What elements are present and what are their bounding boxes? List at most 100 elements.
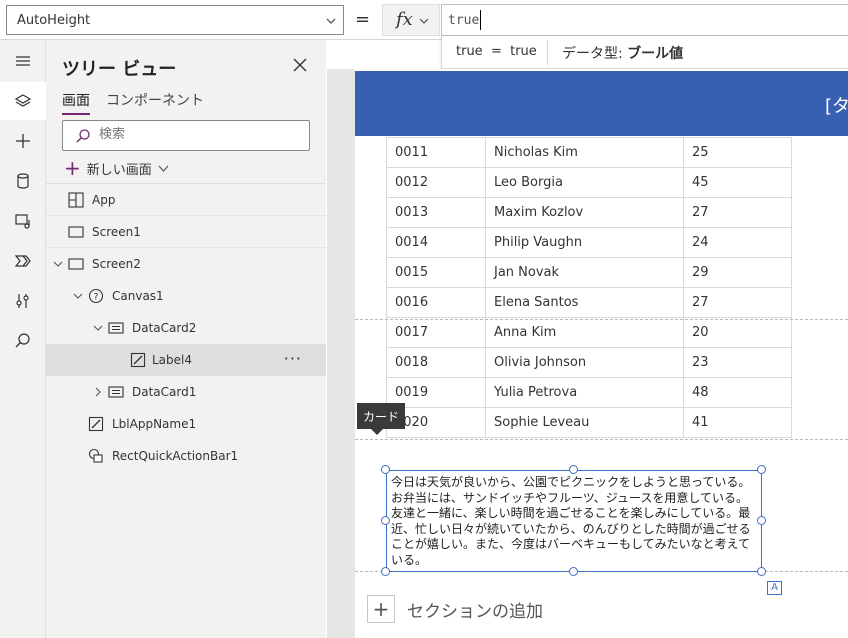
- tree-node-label: DataCard2: [132, 321, 197, 335]
- cell-id: 0018: [386, 347, 486, 378]
- cell-age: 29: [683, 257, 792, 288]
- cell-id: 0012: [386, 167, 486, 198]
- resize-handle[interactable]: [381, 516, 390, 525]
- text-caret: [480, 10, 481, 30]
- tools-icon[interactable]: [0, 282, 46, 320]
- tree-node-label: RectQuickActionBar1: [112, 449, 239, 463]
- tree-node-label: App: [92, 193, 116, 207]
- tree-node-label: Screen2: [92, 257, 141, 271]
- datacard-icon: [108, 322, 124, 334]
- search-input[interactable]: [99, 127, 299, 142]
- data-icon[interactable]: [0, 162, 46, 200]
- new-screen-label: 新しい画面: [86, 162, 152, 178]
- cell-name: Elena Santos: [485, 287, 684, 318]
- tree-node-label: Label4: [152, 353, 193, 367]
- close-icon[interactable]: [292, 57, 308, 73]
- cell-age: 25: [683, 137, 792, 168]
- table-row: 0017 Anna Kim 20: [386, 317, 792, 348]
- chevron-down-icon[interactable]: [53, 259, 63, 269]
- fx-button[interactable]: fx: [382, 4, 440, 36]
- intellisense-type: データ型: ブール値: [562, 43, 683, 63]
- app-screen: [タ 0011 Nicholas Kim 25 0012 Leo Borgia 45 001…: [355, 69, 848, 638]
- resize-handle[interactable]: [569, 567, 578, 576]
- cell-age: 45: [683, 167, 792, 198]
- resize-handle[interactable]: [757, 516, 766, 525]
- table-row: 0011 Nicholas Kim 25: [386, 137, 792, 168]
- label-icon: [88, 416, 104, 432]
- resize-handle[interactable]: [569, 465, 578, 474]
- cell-name: Leo Borgia: [485, 167, 684, 198]
- chevron-down-icon[interactable]: [93, 323, 103, 333]
- resize-handle[interactable]: [381, 465, 390, 474]
- tab-screens[interactable]: 画面: [62, 90, 90, 115]
- formula-input[interactable]: true: [441, 4, 848, 36]
- label-icon: [130, 352, 146, 368]
- resize-handle[interactable]: [757, 465, 766, 474]
- add-icon: +: [64, 156, 81, 180]
- table-row: 0018 Olivia Johnson 23: [386, 347, 792, 378]
- svg-text:?: ?: [94, 293, 99, 303]
- tree-node-label: DataCard1: [132, 385, 197, 399]
- resize-handle[interactable]: [381, 567, 390, 576]
- table-row: 0012 Leo Borgia 45: [386, 167, 792, 198]
- tree-node-screen2[interactable]: Screen2: [46, 248, 326, 280]
- cell-age: 24: [683, 227, 792, 258]
- power-automate-icon[interactable]: [0, 242, 46, 280]
- table-row: 0016 Elena Santos 27: [386, 287, 792, 318]
- table-row: 0014 Philip Vaughn 24: [386, 227, 792, 258]
- formula-text: true: [448, 13, 480, 28]
- header-bar: [タ: [355, 71, 848, 136]
- formula-intellisense: true = true データ型: ブール値: [441, 36, 848, 69]
- search-box[interactable]: [62, 120, 310, 151]
- tree-node-screen1[interactable]: Screen1: [46, 216, 326, 248]
- tree-node-label4[interactable]: Label4 ···: [46, 344, 326, 376]
- data-table: 0011 Nicholas Kim 25 0012 Leo Borgia 45 0013 Ma…: [386, 137, 792, 438]
- media-icon[interactable]: [0, 202, 46, 240]
- chevron-down-icon: [419, 18, 429, 24]
- property-dropdown[interactable]: AutoHeight: [6, 5, 344, 35]
- cell-age: 23: [683, 347, 792, 378]
- tree-node-lblappname1[interactable]: LblAppName1: [46, 408, 326, 440]
- tree-view-panel: ツリー ビュー 画面 コンポーネント + 新しい画面 App Screen1 S…: [46, 40, 326, 638]
- tree-node-label: Screen1: [92, 225, 141, 239]
- insert-icon[interactable]: [0, 122, 46, 160]
- tree-node-canvas1[interactable]: ? Canvas1: [46, 280, 326, 312]
- card-boundary: [355, 439, 848, 440]
- screen-icon: [68, 226, 84, 238]
- cell-age: 41: [683, 407, 792, 438]
- label4-text: 今日は天気が良いから、公園でピクニックをしようと思っている。お弁当には、サンドイ…: [391, 475, 751, 567]
- cell-id: 0013: [386, 197, 486, 228]
- table-row: 0015 Jan Novak 29: [386, 257, 792, 288]
- layers-icon[interactable]: [0, 82, 46, 120]
- cell-name: Yulia Petrova: [485, 377, 684, 408]
- chevron-right-icon[interactable]: [93, 387, 103, 397]
- intellisense-expression: true = true: [456, 44, 537, 59]
- cell-age: 20: [683, 317, 792, 348]
- tree-node-datacard2[interactable]: DataCard2: [46, 312, 326, 344]
- left-rail: [0, 40, 46, 638]
- tree-node-rectquickactionbar1[interactable]: RectQuickActionBar1: [46, 440, 326, 472]
- label4-control[interactable]: 今日は天気が良いから、公園でピクニックをしようと思っている。お弁当には、サンドイ…: [386, 470, 762, 572]
- resize-handle[interactable]: [757, 567, 766, 576]
- cell-name: Olivia Johnson: [485, 347, 684, 378]
- type-value: ブール値: [627, 46, 684, 62]
- table-row: 0020 Sophie Leveau 41: [386, 407, 792, 438]
- add-icon: +: [367, 595, 395, 623]
- search-icon[interactable]: [0, 322, 46, 360]
- chevron-down-icon[interactable]: [73, 291, 83, 301]
- cell-id: 0016: [386, 287, 486, 318]
- menu-icon[interactable]: [0, 42, 46, 80]
- add-section-button[interactable]: + セクションの追加: [367, 593, 543, 625]
- header-title: [タ: [825, 96, 848, 117]
- cell-name: Philip Vaughn: [485, 227, 684, 258]
- chevron-down-icon: [158, 165, 169, 172]
- tree-node-datacard1[interactable]: DataCard1: [46, 376, 326, 408]
- tab-components[interactable]: コンポーネント: [106, 90, 204, 110]
- new-screen-button[interactable]: + 新しい画面: [64, 158, 169, 178]
- tree-node-app[interactable]: App: [46, 184, 326, 216]
- cell-id: 0011: [386, 137, 486, 168]
- chevron-down-icon: [326, 18, 336, 24]
- more-options-icon[interactable]: ···: [284, 349, 302, 368]
- cell-id: 0017: [386, 317, 486, 348]
- cell-name: Jan Novak: [485, 257, 684, 288]
